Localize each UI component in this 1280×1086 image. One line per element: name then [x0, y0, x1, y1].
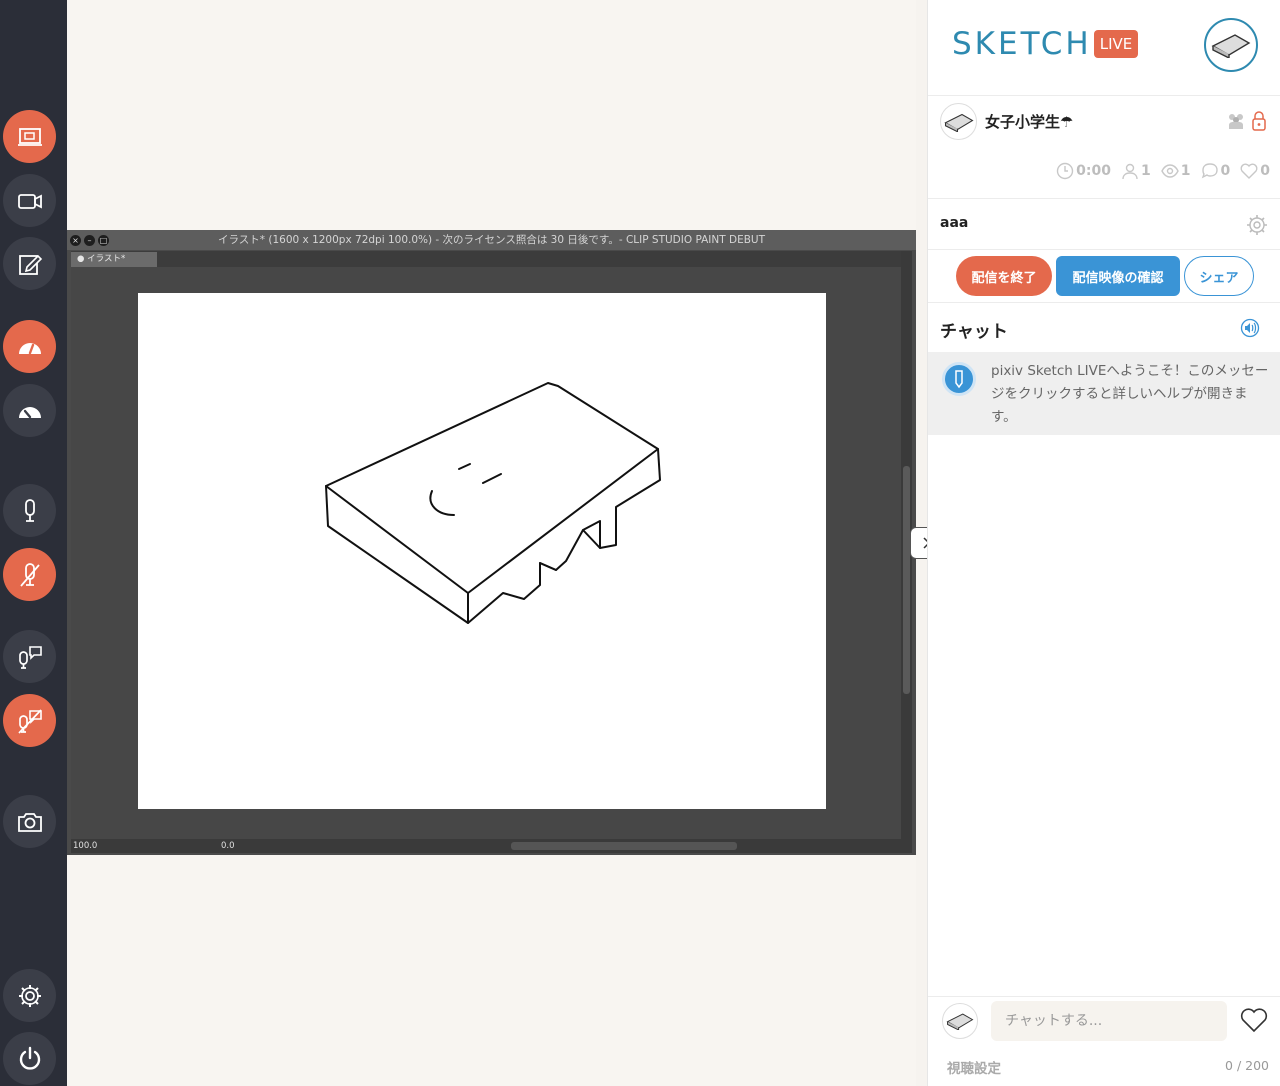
camera-icon — [17, 812, 42, 832]
rail-divider — [60, 0, 67, 1086]
window-title: イラスト* (1600 x 1200px 72dpi 100.0%) - 次のラ… — [217, 234, 766, 246]
document-tabbar: ● イラスト* — [71, 251, 901, 267]
chat-user-avatar — [942, 1003, 978, 1039]
stat-time-value: 0:00 — [1076, 163, 1111, 179]
user-icon — [1122, 163, 1138, 180]
mic-button[interactable] — [3, 484, 56, 537]
broadcast-preview: × – □ イラスト* (1600 x 1200px 72dpi 100.0%)… — [67, 0, 916, 1086]
speedometer-icon — [18, 406, 41, 418]
sound-icon[interactable] — [1240, 318, 1260, 338]
sketch-drawing — [325, 382, 661, 624]
document-tab-label: イラスト* — [87, 254, 126, 264]
chat-heading: チャット — [940, 322, 1008, 342]
divider — [928, 302, 1280, 303]
live-badge: LIVE — [1094, 30, 1138, 58]
quality-high-button[interactable] — [3, 320, 56, 373]
speedometer-icon — [18, 342, 41, 354]
stat-time: 0:00 — [1056, 162, 1111, 180]
avatar-sketch-icon — [1211, 34, 1251, 58]
screen-share-button[interactable] — [3, 110, 56, 163]
voice-chat-mute-button[interactable] — [3, 694, 56, 747]
left-toolbar — [0, 0, 60, 1086]
room-title: 女子小学生☂ — [985, 113, 1074, 131]
rotation-value[interactable]: 0.0 — [221, 841, 261, 851]
preview-stream-button[interactable]: 配信映像の確認 — [1056, 256, 1180, 296]
avatar-sketch-icon — [946, 1013, 974, 1030]
pencil-note-icon — [18, 254, 42, 275]
char-counter: 0 / 200 — [1225, 1058, 1269, 1073]
avatar-sketch-icon — [943, 113, 974, 132]
host-avatar[interactable] — [940, 103, 977, 140]
monitor-icon — [17, 127, 42, 146]
eye-icon — [1160, 164, 1179, 178]
mic-chat-off-icon — [17, 708, 42, 734]
bot-avatar — [942, 362, 976, 396]
mic-chat-icon — [18, 645, 42, 669]
gear-icon[interactable] — [1246, 214, 1268, 236]
heart-icon — [1240, 163, 1258, 179]
divider — [928, 95, 1280, 96]
app-statusbar: 100.0 0.0 — [71, 839, 912, 853]
stat-views-value: 1 — [1180, 163, 1191, 179]
mic-mute-button[interactable] — [3, 548, 56, 601]
share-button[interactable]: シェア — [1184, 256, 1254, 296]
sketch-logo: SKETCH — [952, 26, 1092, 62]
stat-comments-value: 0 — [1220, 163, 1231, 179]
stat-comments: 0 — [1201, 162, 1231, 180]
voice-chat-button[interactable] — [3, 630, 56, 683]
quality-low-button[interactable] — [3, 384, 56, 437]
canvas-area — [71, 267, 901, 839]
snapshot-button[interactable] — [3, 795, 56, 848]
stat-hearts: 0 — [1240, 162, 1270, 180]
captured-app-window: × – □ イラスト* (1600 x 1200px 72dpi 100.0%)… — [67, 230, 916, 855]
members-icon[interactable] — [1226, 112, 1246, 130]
window-titlebar: × – □ イラスト* (1600 x 1200px 72dpi 100.0%)… — [67, 230, 916, 250]
chat-input[interactable] — [991, 1001, 1227, 1041]
drawing-canvas[interactable] — [138, 293, 826, 809]
microphone-icon — [24, 498, 35, 522]
room-description: aaa — [940, 215, 969, 231]
welcome-message[interactable]: pixiv Sketch LIVEへようこそ！このメッセージをクリックすると詳し… — [928, 352, 1280, 435]
live-side-panel: SKETCH LIVE 女子小学生☂ 0:00 1 1 0 0 aaa 配信を終… — [927, 0, 1280, 1086]
stat-hearts-value: 0 — [1260, 163, 1270, 179]
settings-button[interactable] — [3, 969, 56, 1022]
stat-users-value: 1 — [1141, 163, 1151, 179]
divider — [928, 249, 1280, 250]
microphone-off-icon — [19, 562, 40, 587]
stat-views: 1 — [1160, 162, 1191, 180]
gear-icon — [18, 984, 41, 1007]
power-icon — [19, 1046, 40, 1070]
welcome-message-text: pixiv Sketch LIVEへようこそ！このメッセージをクリックすると詳し… — [991, 363, 1269, 425]
horizontal-scrollbar-thumb[interactable] — [511, 842, 737, 850]
clock-icon — [1056, 162, 1074, 180]
stream-stats: 0:00 1 1 0 0 — [1056, 162, 1270, 180]
speech-bubble-icon — [1201, 163, 1218, 179]
video-camera-icon — [17, 193, 42, 209]
vertical-scrollbar-thumb[interactable] — [903, 466, 910, 694]
stream-actions: 配信を終了 配信映像の確認 シェア — [956, 256, 1254, 296]
camera-button[interactable] — [3, 174, 56, 227]
heart-icon[interactable] — [1240, 1007, 1268, 1033]
user-avatar[interactable] — [1204, 18, 1258, 72]
power-button[interactable] — [3, 1032, 56, 1085]
zoom-value[interactable]: 100.0 — [71, 841, 121, 851]
end-stream-button[interactable]: 配信を終了 — [956, 256, 1052, 296]
stat-users: 1 — [1121, 162, 1151, 180]
document-tab[interactable]: ● イラスト* — [71, 252, 157, 267]
divider — [928, 996, 1280, 997]
sketch-button[interactable] — [3, 237, 56, 290]
pencil-icon — [955, 370, 963, 389]
divider — [928, 198, 1280, 199]
view-settings-link[interactable]: 視聴設定 — [947, 1057, 1001, 1077]
lock-icon[interactable] — [1251, 111, 1267, 131]
